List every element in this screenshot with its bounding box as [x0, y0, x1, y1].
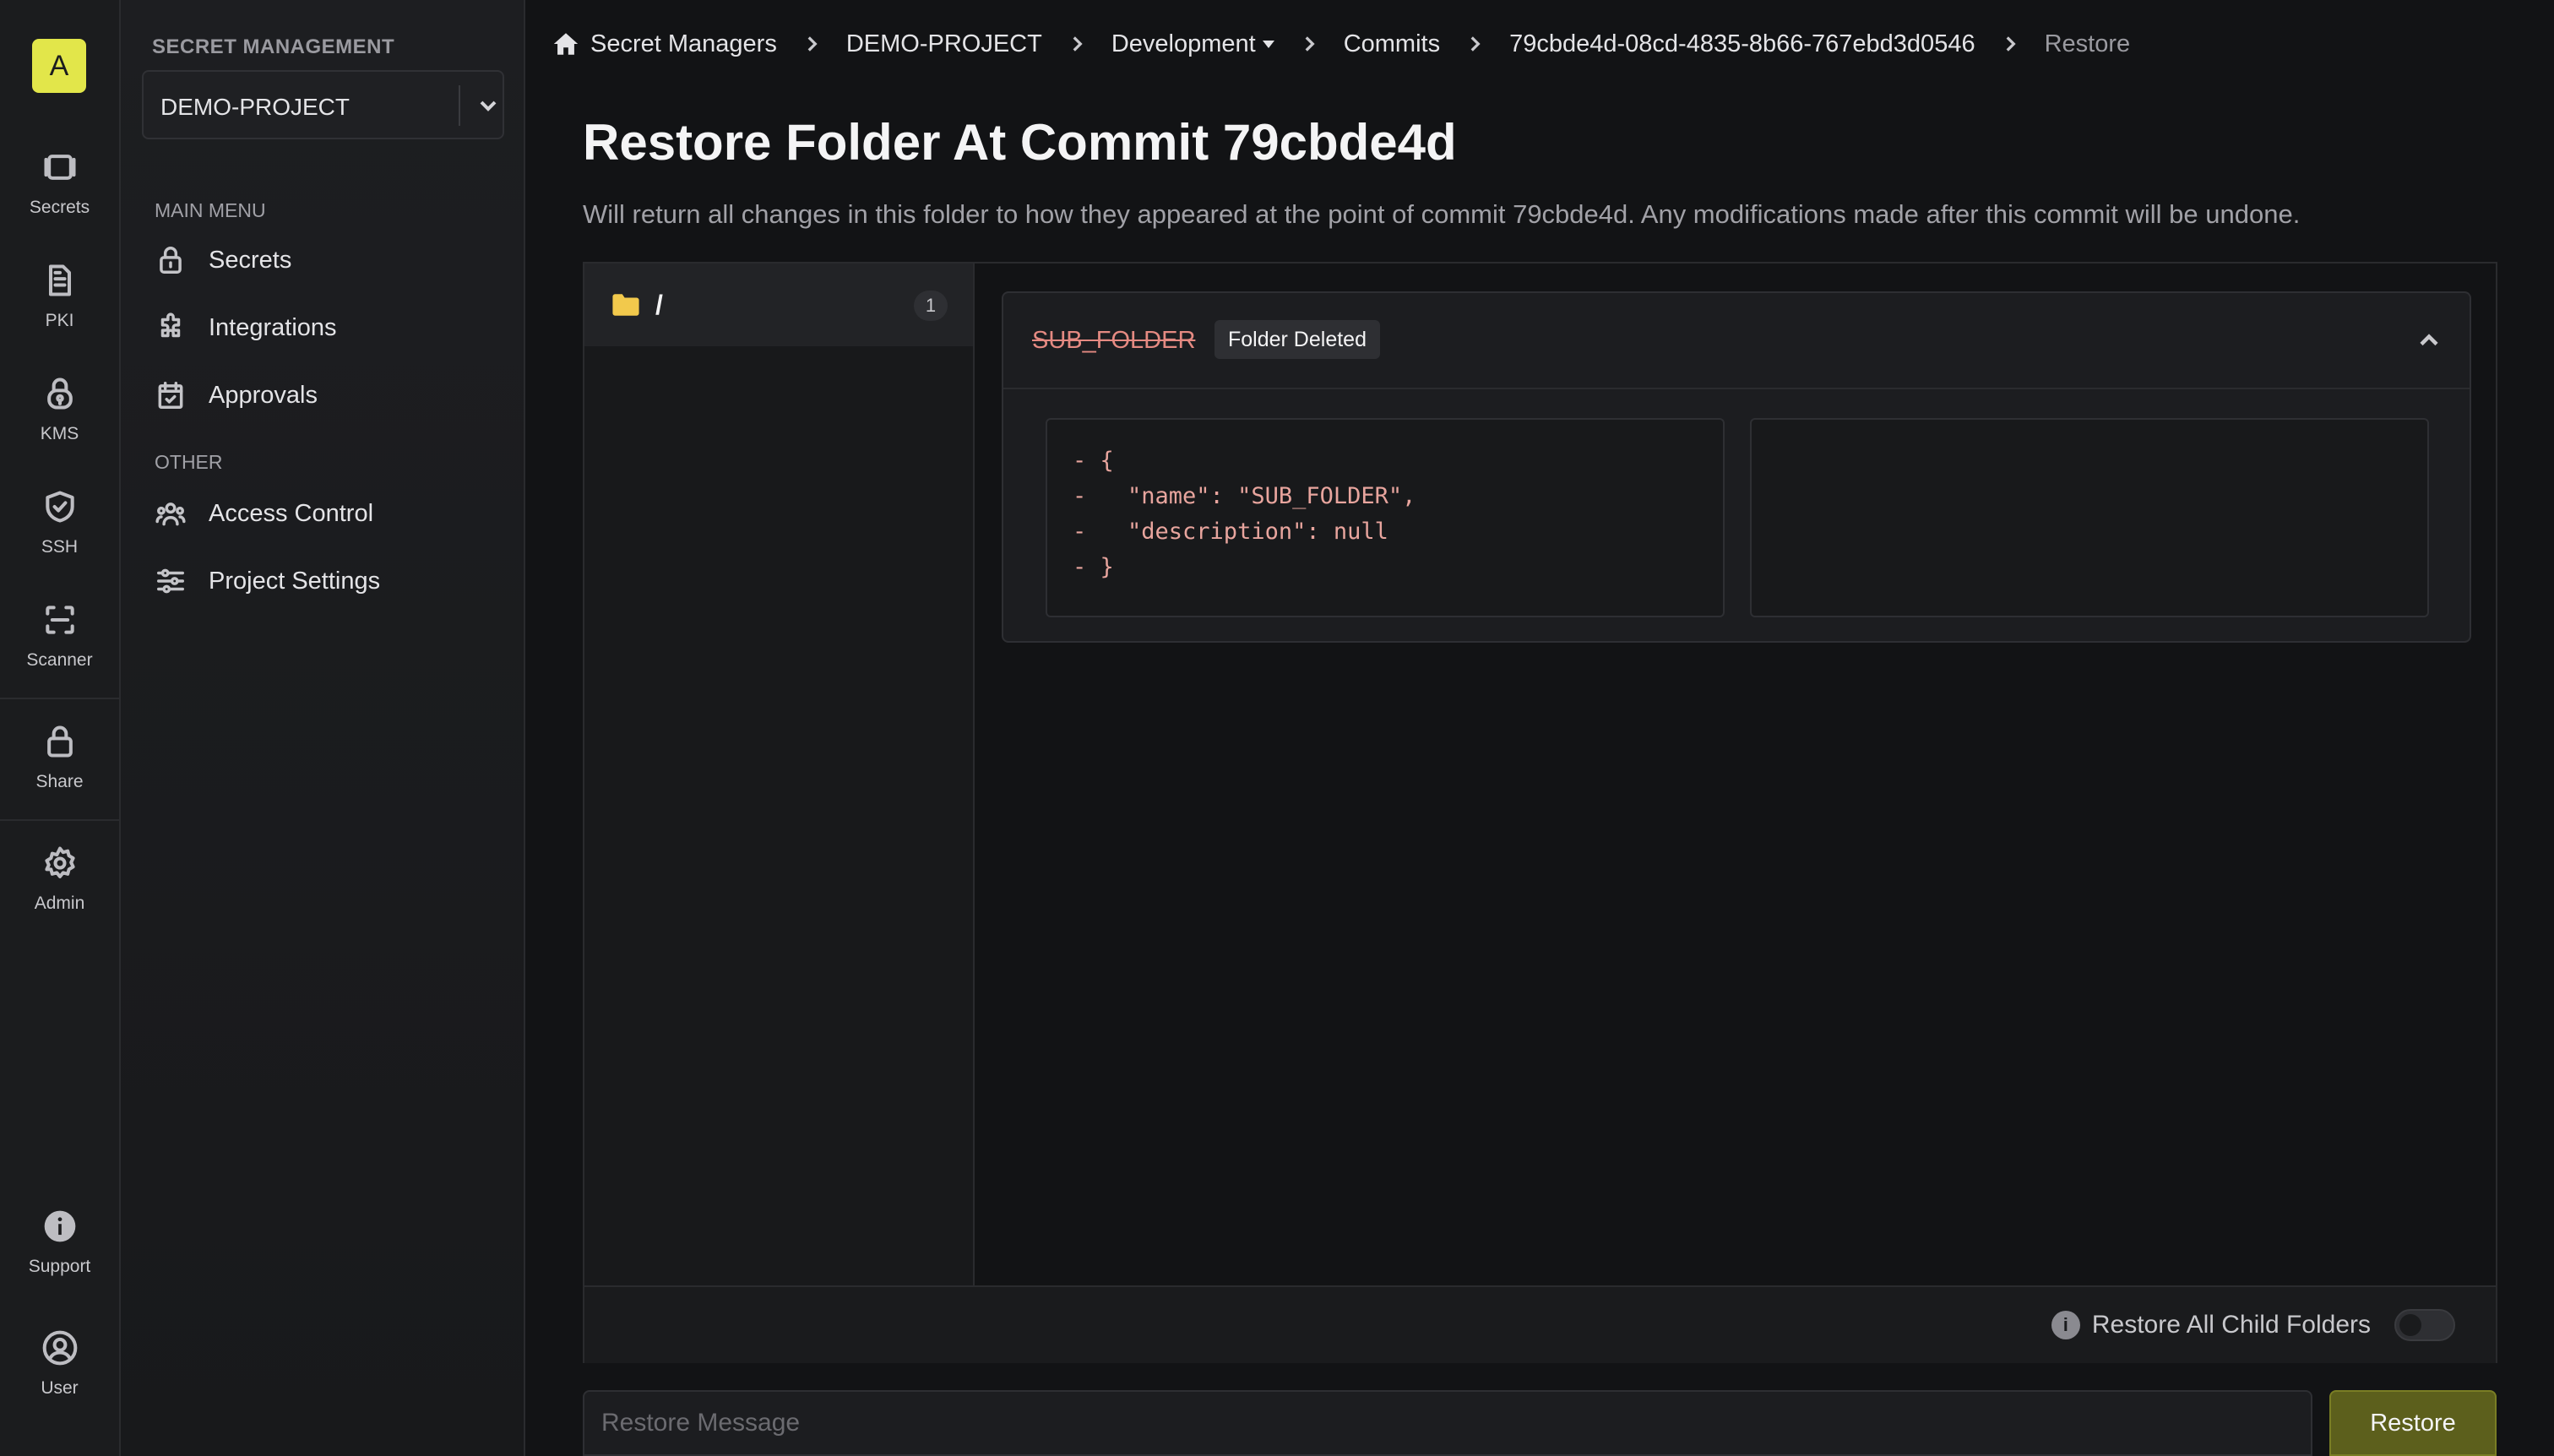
rail-item-label: KMS	[40, 424, 79, 443]
calendar-check-icon	[158, 382, 183, 409]
folder-icon	[612, 294, 639, 316]
sidebar-item-integrations[interactable]: Integrations	[155, 306, 492, 350]
main-menu-label: MAIN MENU	[155, 199, 266, 221]
chevron-right-icon	[2006, 36, 2016, 52]
chevron-up-icon[interactable]	[2414, 325, 2444, 356]
change-card-header[interactable]: SUB_FOLDER Folder Deleted	[1003, 293, 2470, 389]
info-circle-icon	[44, 1210, 75, 1242]
select-divider	[459, 85, 460, 126]
puzzle-icon	[160, 312, 181, 338]
page-description: Will return all changes in this folder t…	[583, 199, 2301, 229]
breadcrumb-commits[interactable]: Commits	[1344, 30, 1440, 58]
restore-message-input[interactable]	[583, 1390, 2312, 1456]
other-label: OTHER	[155, 451, 223, 473]
rail-item-support[interactable]: Support	[0, 1208, 119, 1277]
rail-item-ssh[interactable]: SSH	[0, 488, 119, 557]
rail-item-label: Admin	[34, 894, 85, 913]
rail-item-user[interactable]: User	[0, 1329, 119, 1399]
sidebar-item-label: Project Settings	[209, 567, 381, 595]
toggle-knob	[2399, 1314, 2421, 1336]
project-select-value: DEMO-PROJECT	[160, 94, 350, 120]
rail-item-admin[interactable]: Admin	[0, 845, 119, 914]
change-count-badge: 1	[914, 291, 948, 321]
document-icon	[48, 264, 71, 296]
rail-item-secrets[interactable]: Secrets	[0, 149, 119, 218]
folder-tree-item-root[interactable]: / 1	[584, 263, 973, 346]
restore-panel: / 1 SUB_FOLDER Folder Deleted - { - "nam…	[583, 262, 2497, 1363]
breadcrumb-environment-label: Development	[1111, 30, 1256, 57]
chevron-right-icon	[1470, 36, 1481, 52]
user-circle-icon	[42, 1330, 77, 1366]
rail-divider	[0, 698, 119, 699]
rail-item-label: User	[41, 1378, 79, 1398]
breadcrumb: Secret Managers DEMO-PROJECT Development…	[552, 27, 2130, 61]
folder-tree: / 1	[584, 263, 975, 1285]
org-avatar[interactable]: A	[32, 39, 86, 93]
gear-icon	[44, 846, 75, 878]
sidebar-item-access-control[interactable]: Access Control	[155, 492, 492, 535]
sidebar-item-project-settings[interactable]: Project Settings	[155, 559, 492, 603]
key-lock-icon	[46, 378, 73, 410]
restore-child-folders-option: i Restore All Child Folders	[2051, 1309, 2455, 1341]
rail-item-scanner[interactable]: Scanner	[0, 601, 119, 671]
breadcrumb-project[interactable]: DEMO-PROJECT	[846, 30, 1042, 58]
breadcrumb-secret-managers[interactable]: Secret Managers	[590, 30, 777, 58]
rail-item-label: Share	[35, 772, 84, 791]
sidebar-item-approvals[interactable]: Approvals	[155, 373, 492, 417]
rail-item-share[interactable]: Share	[0, 723, 119, 792]
breadcrumb-commit-id[interactable]: 79cbde4d-08cd-4835-8b66-767ebd3d0546	[1509, 30, 1975, 58]
info-icon[interactable]: i	[2051, 1311, 2080, 1339]
diff-line: - "description": null	[1073, 519, 1388, 545]
chevron-right-icon	[1305, 36, 1315, 52]
breadcrumb-current: Restore	[2044, 30, 2131, 57]
sidebar-section-title: SECRET MANAGEMENT	[152, 35, 395, 58]
vault-icon	[43, 155, 76, 180]
toggle-label: Restore All Child Folders	[2091, 1311, 2371, 1339]
home-icon	[553, 33, 579, 55]
sliders-icon	[157, 568, 184, 594]
restore-button[interactable]: Restore	[2329, 1390, 2497, 1456]
lock-icon	[160, 247, 182, 274]
users-icon	[155, 503, 186, 526]
diff-line: - }	[1073, 554, 1114, 580]
folder-change-card: SUB_FOLDER Folder Deleted - { - "name": …	[1002, 291, 2471, 643]
chevron-down-icon[interactable]	[475, 92, 502, 119]
breadcrumb-environment[interactable]: Development	[1111, 30, 1274, 58]
rail-item-label: Secrets	[29, 198, 90, 217]
restore-child-folders-toggle[interactable]	[2394, 1309, 2455, 1341]
page-title: Restore Folder At Commit 79cbde4d	[583, 114, 1457, 171]
rail-item-label: PKI	[45, 311, 74, 330]
rail-divider	[0, 819, 119, 821]
chevron-right-icon	[1073, 36, 1083, 52]
sidebar-item-label: Approvals	[209, 381, 318, 409]
diff-line: - "name": "SUB_FOLDER",	[1073, 483, 1416, 509]
shield-check-icon	[45, 491, 74, 523]
rail-item-label: SSH	[41, 537, 79, 557]
rail-item-label: Scanner	[26, 650, 93, 670]
diff-new-panel	[1750, 418, 2429, 617]
sidebar-item-secrets[interactable]: Secrets	[155, 238, 492, 282]
rail-item-kms[interactable]: KMS	[0, 375, 119, 444]
sidebar-item-label: Integrations	[209, 313, 337, 341]
project-sidebar: SECRET MANAGEMENT DEMO-PROJECT MAIN MENU…	[121, 0, 525, 1456]
panel-footer: i Restore All Child Folders	[584, 1285, 2496, 1363]
scan-icon	[45, 606, 74, 634]
folder-path: /	[655, 289, 663, 320]
rail-item-label: Support	[28, 1257, 91, 1276]
project-select[interactable]: DEMO-PROJECT	[142, 70, 504, 139]
diff-old-panel: - { - "name": "SUB_FOLDER", - "descripti…	[1046, 418, 1725, 617]
diff-line: - {	[1073, 448, 1114, 474]
sidebar-item-label: Access Control	[209, 499, 374, 527]
caret-down-icon	[1262, 41, 1274, 49]
chevron-right-icon	[807, 36, 818, 52]
folder-name-deleted: SUB_FOLDER	[1032, 327, 1196, 354]
status-badge: Folder Deleted	[1215, 320, 1380, 359]
sidebar-item-label: Secrets	[209, 246, 292, 274]
icon-rail: A Secrets PKI KMS SSH Scanner Share Admi…	[0, 0, 121, 1456]
lock-icon	[46, 725, 73, 758]
rail-item-pki[interactable]: PKI	[0, 262, 119, 331]
